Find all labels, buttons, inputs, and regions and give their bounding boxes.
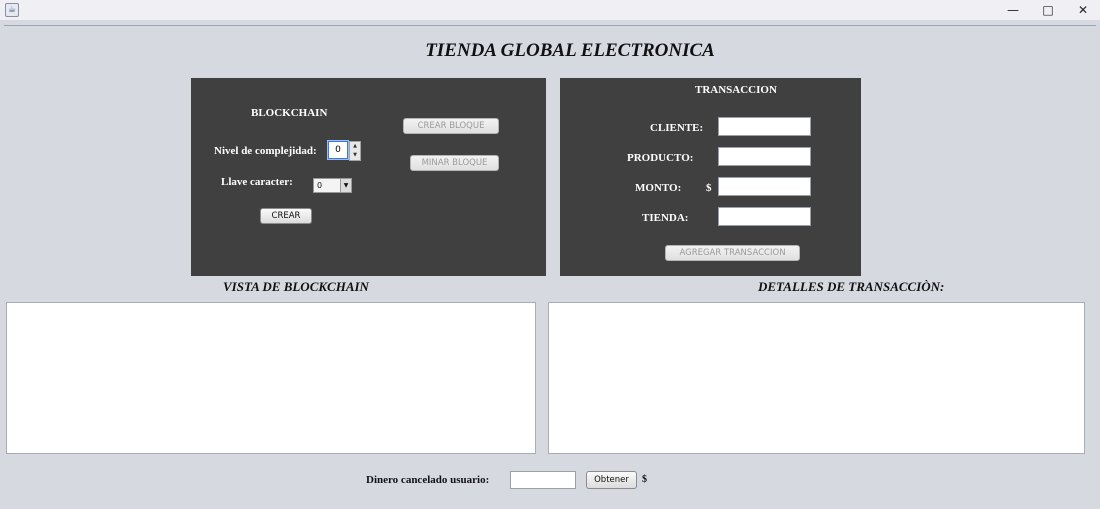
amount-currency-symbol: $ xyxy=(706,182,712,194)
client-input[interactable] xyxy=(718,117,811,136)
blockchain-heading: BLOCKCHAIN xyxy=(251,107,328,119)
footer-currency-symbol: $ xyxy=(642,474,647,485)
create-button[interactable]: CREAR xyxy=(260,208,312,224)
cancelled-money-label: Dinero cancelado usuario: xyxy=(366,474,490,486)
chevron-down-icon[interactable]: ▼ xyxy=(340,179,351,192)
key-label: Llave caracter: xyxy=(221,176,293,188)
transaction-details-title: DETALLES DE TRANSACCIÒN: xyxy=(758,279,945,294)
client-label: CLIENTE: xyxy=(650,122,704,134)
window-titlebar: ☕ — □ ✕ xyxy=(0,0,1100,20)
java-icon: ☕ xyxy=(5,3,19,17)
transaction-heading: TRANSACCION xyxy=(695,84,777,96)
blockchain-view-title: VISTA DE BLOCKCHAIN xyxy=(223,279,369,294)
page-title: TIENDA GLOBAL ELECTRONICA xyxy=(425,40,715,61)
store-input[interactable] xyxy=(718,207,811,226)
create-block-button[interactable]: CREAR BLOQUE xyxy=(403,118,499,134)
close-button[interactable]: ✕ xyxy=(1066,0,1100,20)
maximize-button[interactable]: □ xyxy=(1031,0,1065,20)
spinner-arrows-icon[interactable]: ▲ ▼ xyxy=(349,141,361,161)
amount-input[interactable] xyxy=(718,177,811,196)
mine-block-button[interactable]: MINAR BLOQUE xyxy=(410,155,499,171)
product-input[interactable] xyxy=(718,147,811,166)
minimize-button[interactable]: — xyxy=(996,0,1030,20)
key-character-select[interactable]: 0 ▼ xyxy=(313,178,352,193)
add-transaction-button[interactable]: AGREGAR TRANSACCION xyxy=(665,245,800,261)
complexity-spinner-value[interactable]: 0 xyxy=(327,140,349,160)
transaction-details-textarea[interactable] xyxy=(548,302,1085,454)
complexity-spinner[interactable]: 0 ▲ ▼ xyxy=(327,140,361,161)
amount-label: MONTO: xyxy=(635,182,682,194)
cancelled-money-input[interactable] xyxy=(510,471,576,489)
blockchain-view-textarea[interactable] xyxy=(6,302,536,454)
obtain-button[interactable]: Obtener xyxy=(586,471,637,489)
key-character-value: 0 xyxy=(317,181,323,190)
product-label: PRODUCTO: xyxy=(627,152,694,164)
store-label: TIENDA: xyxy=(642,212,689,224)
top-separator xyxy=(4,25,1096,26)
complexity-label: Nivel de complejidad: xyxy=(214,145,317,157)
